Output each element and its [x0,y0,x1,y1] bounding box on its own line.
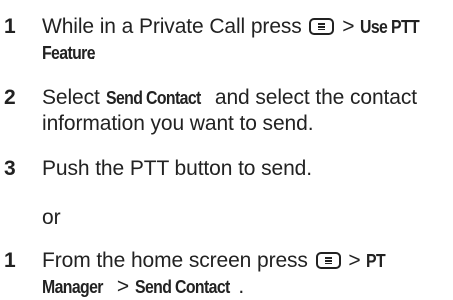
menu-path-pt: PT [366,251,386,271]
or-separator: or [42,206,61,229]
menu-path-manager: Manager [42,277,103,297]
menu-path-use-ptt: Use PTT [360,17,420,37]
step-text: Select Send Contact and select the conta… [42,86,417,135]
step-number: 1 [4,15,16,38]
menu-key-icon [309,18,335,35]
menu-path-send-contact: Send Contact [134,277,230,297]
option-send-contact: Send Contact [105,88,201,108]
step-number: 2 [4,86,16,109]
step-text: While in a Private Call press > Use PTT … [42,15,420,64]
step-text: Push the PTT button to send. [42,157,312,180]
menu-key-icon [315,252,341,269]
step-text: From the home screen press > PT Manager … [42,249,386,298]
step-number: 3 [4,157,16,180]
menu-path-feature: Feature [42,43,96,63]
step-number: 1 [4,249,16,272]
